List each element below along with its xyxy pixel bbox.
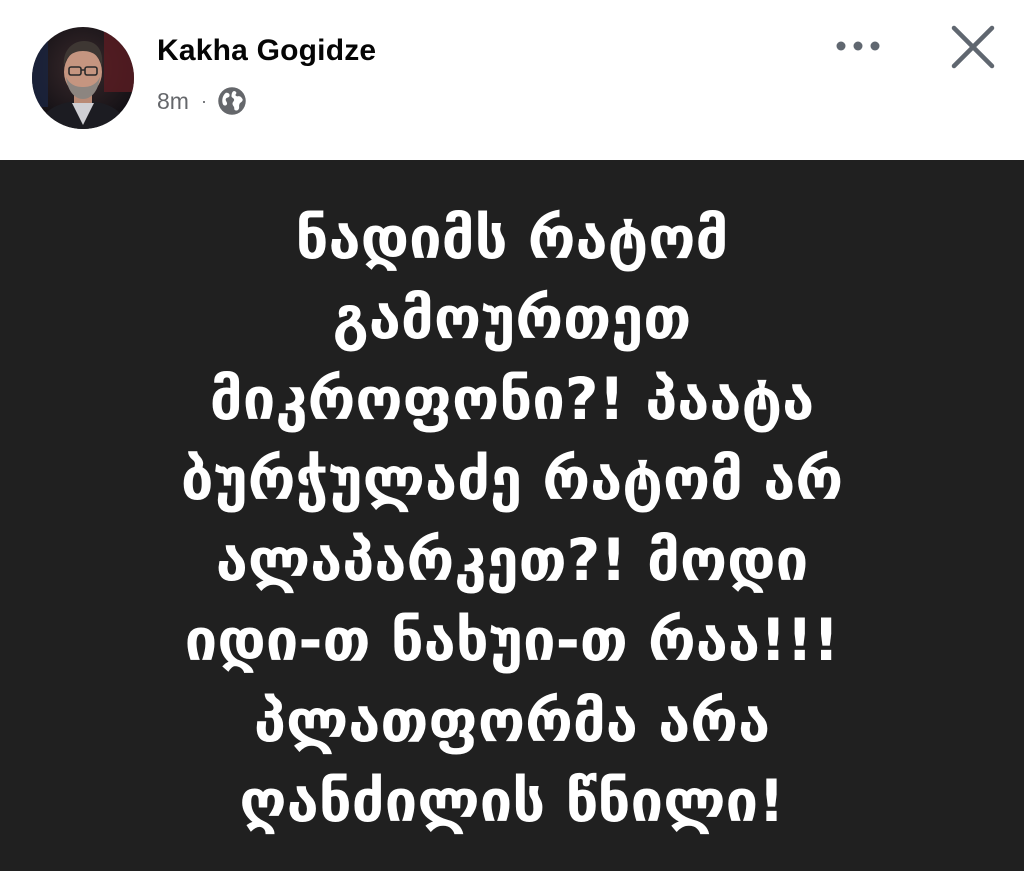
- profile-photo: [32, 27, 134, 129]
- post-meta: 8m ·: [157, 85, 247, 117]
- close-icon: [951, 25, 995, 69]
- post-header: Kakha Gogidze 8m ·: [0, 0, 1024, 160]
- more-options-button[interactable]: [828, 26, 888, 66]
- author-avatar[interactable]: [32, 27, 134, 129]
- close-button[interactable]: [940, 16, 1006, 78]
- post-image-text: ნადიმს რატომ გამოურთეთ მიკროფონი?! პაატა…: [180, 203, 844, 836]
- post-timestamp[interactable]: 8m: [157, 88, 189, 115]
- meta-separator: ·: [200, 90, 207, 111]
- globe-icon[interactable]: [217, 86, 247, 116]
- author-name[interactable]: Kakha Gogidze: [157, 34, 376, 68]
- more-horizontal-icon: [836, 41, 880, 51]
- post-text-image[interactable]: ნადიმს რატომ გამოურთეთ მიკროფონი?! პაატა…: [0, 160, 1024, 871]
